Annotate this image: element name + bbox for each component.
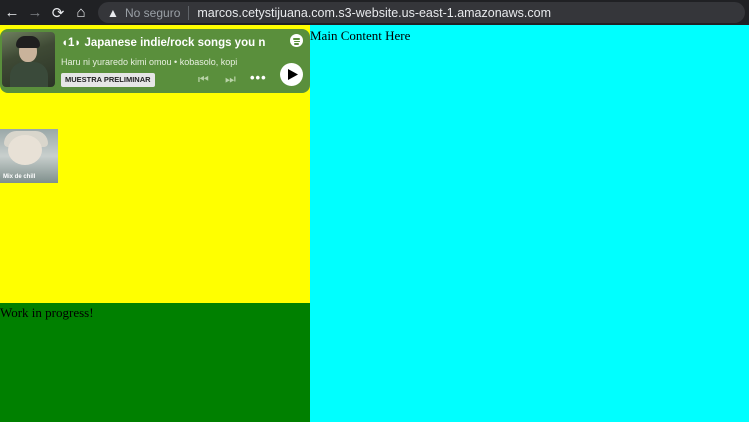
spotify-logo-wave	[294, 43, 299, 45]
spotify-logo-icon[interactable]	[290, 34, 303, 47]
track-title[interactable]: ◖1◗ Japanese indie/rock songs you n	[61, 37, 267, 49]
main-content-area: Main Content Here	[310, 25, 749, 422]
main-content-text: Main Content Here	[310, 28, 411, 43]
preview-badge: MUESTRA PRELIMINAR	[61, 73, 155, 87]
home-icon[interactable]: ⌂	[70, 0, 92, 25]
sidebar-bottom-panel: Work in progress!	[0, 303, 310, 422]
play-button[interactable]	[280, 63, 303, 86]
forward-icon[interactable]: →	[24, 0, 46, 25]
security-label[interactable]: No seguro	[125, 6, 180, 20]
play-icon	[287, 69, 298, 80]
album-art-figure-hair	[16, 36, 40, 48]
warning-icon[interactable]: ▲	[106, 6, 120, 20]
thumbnail-figure-face	[8, 135, 42, 165]
back-icon[interactable]: ←	[1, 0, 23, 25]
reload-icon[interactable]: ⟳	[47, 0, 69, 25]
mix-thumbnail-label: Mix de chill	[3, 174, 36, 180]
work-in-progress-text: Work in progress!	[0, 305, 94, 320]
spotify-logo-wave	[293, 38, 300, 40]
track-artists[interactable]: Haru ni yuraredo kimi omou • kobasolo, k…	[61, 57, 237, 67]
album-art-figure-body	[10, 62, 48, 87]
spotify-logo-wave	[293, 40, 300, 42]
album-art[interactable]	[2, 32, 55, 87]
browser-toolbar: ← → ⟳ ⌂ ▲ No seguro marcos.cetystijuana.…	[0, 0, 749, 25]
previous-track-icon[interactable]: ⏮	[198, 72, 209, 87]
mix-thumbnail[interactable]: Mix de chill	[0, 129, 58, 183]
url-text[interactable]: marcos.cetystijuana.com.s3-website.us-ea…	[197, 6, 551, 20]
omnibox-divider	[188, 5, 190, 20]
next-track-icon[interactable]: ⏭	[225, 72, 236, 87]
more-options-icon[interactable]: •••	[250, 70, 267, 85]
address-bar[interactable]: ▲ No seguro marcos.cetystijuana.com.s3-w…	[98, 2, 745, 23]
spotify-player-embed[interactable]: ◖1◗ Japanese indie/rock songs you n Haru…	[0, 29, 310, 93]
